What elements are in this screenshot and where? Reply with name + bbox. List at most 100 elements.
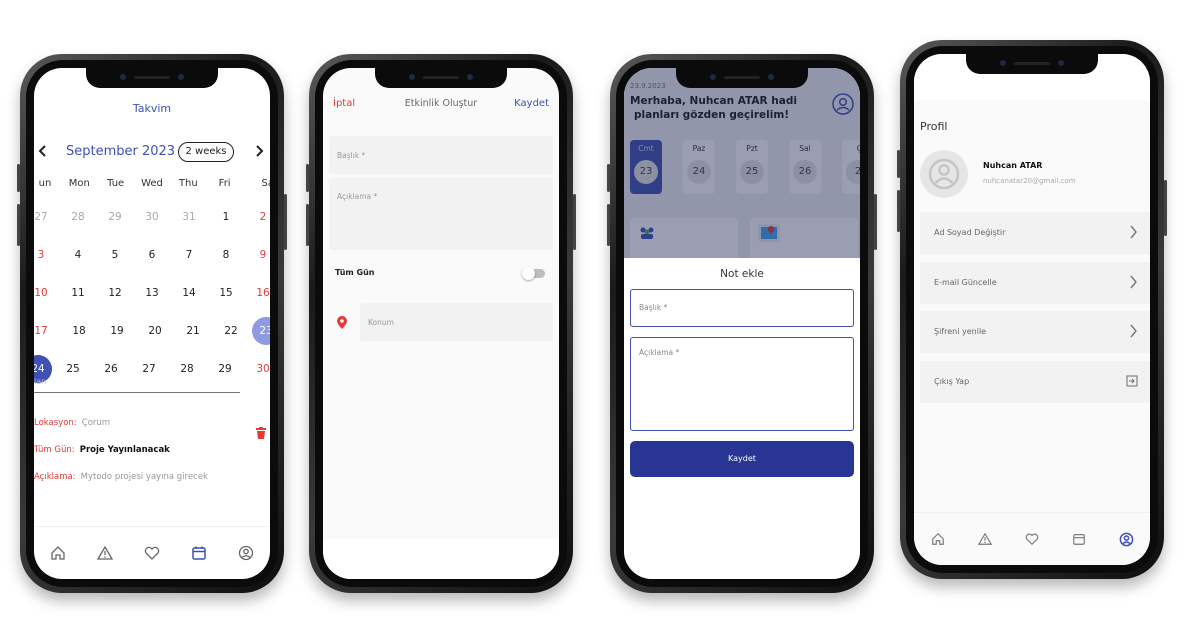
- calendar-day[interactable]: 20: [138, 317, 172, 345]
- chevron-right-icon[interactable]: [254, 145, 264, 157]
- profile-icon[interactable]: [1119, 532, 1134, 547]
- calendar-day[interactable]: 11: [61, 279, 95, 307]
- calendar-day[interactable]: 28: [170, 355, 204, 383]
- calendar-day[interactable]: 5: [98, 241, 132, 269]
- calendar-day[interactable]: 30: [246, 355, 270, 383]
- calendar-icon[interactable]: [1072, 532, 1086, 546]
- menu-item-label: E-mail Güncelle: [934, 278, 997, 287]
- calendar-day[interactable]: 21: [176, 317, 210, 345]
- weekday-header: un Mon Tue Wed Thu Fri Sa: [34, 178, 270, 189]
- note-title-placeholder: Başlık *: [639, 303, 668, 312]
- save-button[interactable]: Kaydet: [514, 98, 549, 109]
- home-icon[interactable]: [50, 545, 66, 561]
- warning-icon[interactable]: [96, 545, 113, 561]
- save-note-label: Kaydet: [728, 454, 756, 463]
- calendar-week: 17 18 19 20 21 22 23: [34, 312, 270, 350]
- calendar-day[interactable]: 8: [209, 241, 243, 269]
- heart-icon[interactable]: [144, 545, 160, 561]
- month-navigation: September 2023 2 weeks: [34, 142, 270, 164]
- menu-item-update-email[interactable]: E-mail Güncelle: [920, 262, 1150, 304]
- calendar-day[interactable]: 12: [98, 279, 132, 307]
- trash-icon[interactable]: [256, 427, 266, 439]
- calendar-day[interactable]: 25: [56, 355, 90, 383]
- description-value: Mytodo projesi yayına girecek: [80, 472, 208, 482]
- logout-icon: [1126, 375, 1138, 387]
- calendar-week: 27 28 29 30 31 1 2: [34, 198, 270, 236]
- profile-screen: Profil Nuhcan ATAR nuhcanatar20@gmail.co…: [914, 54, 1150, 565]
- calendar-day[interactable]: 2: [246, 203, 270, 231]
- calendar-day[interactable]: 29: [208, 355, 242, 383]
- calendar-day[interactable]: 15: [209, 279, 243, 307]
- calendar-day[interactable]: 13: [135, 279, 169, 307]
- menu-item-change-name[interactable]: Ad Soyad Değiştir: [920, 212, 1150, 254]
- calendar-day[interactable]: 27: [34, 203, 58, 231]
- chevron-right-icon: [1129, 225, 1138, 239]
- calendar-day[interactable]: 27: [132, 355, 166, 383]
- calendar-icon[interactable]: [191, 545, 207, 561]
- view-mode-button[interactable]: 2 weeks: [178, 142, 234, 162]
- calendar-day[interactable]: 22: [214, 317, 248, 345]
- location-placeholder: Konum: [368, 318, 394, 327]
- menu-item-reset-password[interactable]: Şifreni yenile: [920, 311, 1150, 353]
- divider: [34, 392, 240, 393]
- calendar-day[interactable]: 19: [100, 317, 134, 345]
- calendar-day[interactable]: 29: [98, 203, 132, 231]
- calendar-week: 10 11 12 13 14 15 16: [34, 274, 270, 312]
- note-title-input[interactable]: Başlık *: [630, 289, 854, 327]
- event-title: Proje Yayınlanacak: [79, 445, 170, 455]
- calendar-week: 3 4 5 6 7 8 9: [34, 236, 270, 274]
- allday-toggle[interactable]: [522, 267, 545, 280]
- weekday-label: Fri: [218, 178, 231, 189]
- calendar-day[interactable]: 28: [61, 203, 95, 231]
- calendar-day[interactable]: 10: [34, 279, 58, 307]
- phone-profile: Profil Nuhcan ATAR nuhcanatar20@gmail.co…: [897, 40, 1167, 579]
- phone-create-event: İptal Etkinlik Oluştur Kaydet Başlık * A…: [306, 54, 576, 593]
- calendar-screen: Takvim September 2023 2 weeks un Mon Tue…: [34, 68, 270, 579]
- description-label: Açıklama:: [34, 472, 76, 482]
- bottom-tab-bar: [914, 512, 1150, 565]
- calendar-day[interactable]: 17: [34, 317, 58, 345]
- month-label: September 2023: [66, 144, 176, 159]
- save-note-button[interactable]: Kaydet: [630, 441, 854, 477]
- calendar-day[interactable]: 3: [34, 241, 58, 269]
- calendar-day[interactable]: 14: [172, 279, 206, 307]
- calendar-day[interactable]: 1: [209, 203, 243, 231]
- calendar-day[interactable]: 4: [61, 241, 95, 269]
- add-note-sheet: Not ekle Başlık * Açıklama * Kaydet: [624, 258, 860, 579]
- calendar-day[interactable]: 18: [62, 317, 96, 345]
- top-bar: İptal Etkinlik Oluştur Kaydet: [323, 98, 559, 114]
- title-input[interactable]: Başlık *: [329, 136, 553, 174]
- calendar-day[interactable]: 7: [172, 241, 206, 269]
- calendar-day[interactable]: 9: [246, 241, 270, 269]
- weekday-label: Tue: [107, 178, 125, 189]
- weekday-label: Mon: [68, 178, 90, 189]
- calendar-day[interactable]: 30: [135, 203, 169, 231]
- location-value: Çorum: [81, 418, 111, 428]
- chevron-left-icon[interactable]: [38, 145, 48, 157]
- menu-item-label: Ad Soyad Değiştir: [934, 228, 1006, 237]
- description-input[interactable]: Açıklama *: [329, 178, 553, 250]
- phone-calendar: Takvim September 2023 2 weeks un Mon Tue…: [17, 54, 287, 593]
- event-allday: Tüm Gün: Proje Yayınlanacak: [34, 437, 170, 456]
- calendar-day-today[interactable]: 23: [252, 317, 270, 345]
- location-pin-icon: [337, 316, 347, 329]
- location-input[interactable]: Konum: [360, 303, 553, 341]
- calendar-day[interactable]: 16: [246, 279, 270, 307]
- event-location: Lokasyon: Çorum: [34, 410, 110, 429]
- calendar-day[interactable]: 6: [135, 241, 169, 269]
- weekday-label: Thu: [178, 178, 198, 189]
- profile-icon[interactable]: [238, 545, 254, 561]
- calendar-day[interactable]: 26: [94, 355, 128, 383]
- home-icon[interactable]: [931, 532, 945, 546]
- allday-label: Tüm Gün:: [34, 445, 75, 455]
- note-description-input[interactable]: Açıklama *: [630, 337, 854, 431]
- calendar-week: 24 25 26 27 28 29 30: [34, 350, 270, 388]
- warning-icon[interactable]: [977, 532, 992, 546]
- heart-icon[interactable]: [1025, 532, 1039, 546]
- menu-item-logout[interactable]: Çıkış Yap: [920, 361, 1150, 403]
- phone-add-note: 23.9.2023 Merhaba, Nuhcan ATAR hadi plan…: [607, 54, 877, 593]
- calendar-day[interactable]: 31: [172, 203, 206, 231]
- event-description: Açıklama: Mytodo projesi yayına girecek: [34, 464, 208, 483]
- description-placeholder: Açıklama *: [337, 192, 378, 201]
- modal-overlay[interactable]: [624, 68, 860, 258]
